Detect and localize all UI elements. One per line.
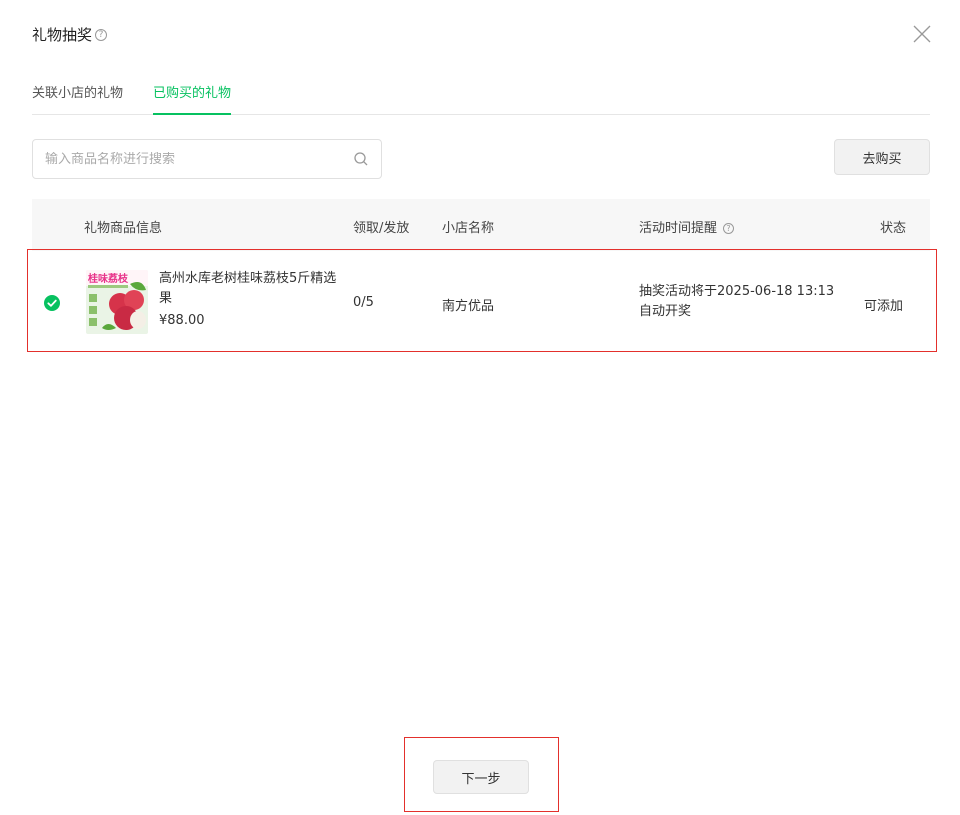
search-box — [32, 139, 382, 179]
search-icon[interactable] — [353, 151, 369, 167]
close-icon[interactable] — [912, 24, 932, 44]
tab-bar: 关联小店的礼物 已购买的礼物 — [32, 80, 930, 115]
product-price: ¥88.00 — [159, 313, 205, 328]
dialog-title: 礼物抽奖 ? — [32, 24, 108, 45]
time-help-icon[interactable]: ? — [723, 223, 735, 234]
header-time: 活动时间提醒? — [639, 217, 735, 236]
table-row[interactable]: 桂味荔枝 高州水库老树桂味荔枝5斤精选果 ¥88.00 0/5 南方优品 抽奖活… — [32, 251, 930, 349]
go-buy-button[interactable]: 去购买 — [834, 139, 930, 175]
svg-text:桂味荔枝: 桂味荔枝 — [87, 272, 129, 285]
dialog-title-text: 礼物抽奖 — [32, 26, 93, 44]
header-claim: 领取/发放 — [353, 221, 410, 236]
header-time-label: 活动时间提醒 — [639, 221, 718, 236]
product-thumbnail: 桂味荔枝 — [86, 270, 148, 334]
shop-name: 南方优品 — [442, 299, 495, 314]
check-circle-icon[interactable] — [44, 295, 60, 311]
header-status: 状态 — [880, 221, 907, 236]
search-input[interactable] — [45, 151, 353, 167]
next-step-button[interactable]: 下一步 — [433, 760, 529, 794]
activity-time-note: 抽奖活动将于2025-06-18 13:13自动开奖 — [639, 284, 835, 319]
header-product-info: 礼物商品信息 — [84, 221, 163, 236]
status-text: 可添加 — [864, 299, 904, 314]
tab-purchased-gifts[interactable]: 已购买的礼物 — [153, 80, 232, 115]
help-icon[interactable]: ? — [95, 28, 108, 41]
table-header: 礼物商品信息 领取/发放 小店名称 活动时间提醒? 状态 — [32, 199, 930, 251]
tab-linked-shop-gifts[interactable]: 关联小店的礼物 — [32, 80, 123, 114]
product-name: 高州水库老树桂味荔枝5斤精选果 — [159, 271, 337, 306]
header-shop: 小店名称 — [442, 221, 495, 236]
claim-count: 0/5 — [353, 295, 374, 310]
